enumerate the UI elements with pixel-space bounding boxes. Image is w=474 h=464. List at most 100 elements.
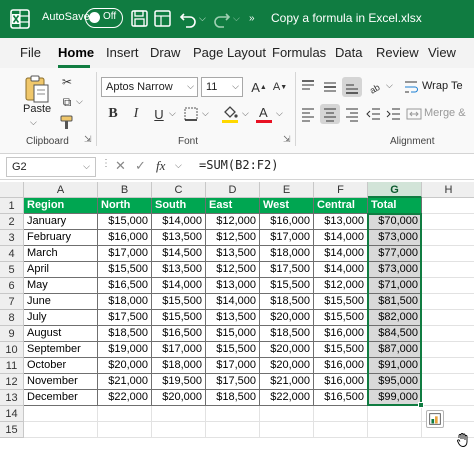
total-cell[interactable]: $84,500 bbox=[368, 326, 422, 342]
data-cell[interactable]: $18,500 bbox=[260, 294, 314, 310]
autosave-toggle[interactable]: Off bbox=[85, 8, 123, 28]
total-cell[interactable]: $70,000 bbox=[368, 214, 422, 230]
data-cell[interactable]: $20,000 bbox=[260, 358, 314, 374]
data-cell[interactable]: $13,500 bbox=[206, 310, 260, 326]
empty-cell[interactable] bbox=[260, 406, 314, 422]
empty-cell[interactable] bbox=[24, 406, 98, 422]
name-box[interactable]: G2 ⌵ bbox=[6, 157, 96, 177]
row-header-8[interactable]: 8 bbox=[0, 310, 24, 326]
empty-cell[interactable] bbox=[422, 342, 474, 358]
total-cell[interactable]: $71,000 bbox=[368, 278, 422, 294]
select-all-corner[interactable] bbox=[0, 182, 24, 198]
data-cell[interactable]: January bbox=[24, 214, 98, 230]
data-cell[interactable]: $18,500 bbox=[260, 326, 314, 342]
more-options-icon[interactable]: ⋮ bbox=[101, 158, 111, 169]
column-header-g[interactable]: G bbox=[368, 182, 422, 198]
empty-cell[interactable] bbox=[422, 326, 474, 342]
empty-cell[interactable] bbox=[24, 422, 98, 438]
underline-dropdown-icon[interactable]: ⌵ bbox=[169, 108, 176, 119]
increase-indent-icon[interactable] bbox=[386, 106, 402, 122]
data-cell[interactable]: November bbox=[24, 374, 98, 390]
data-cell[interactable]: $18,500 bbox=[98, 326, 152, 342]
fill-handle[interactable] bbox=[418, 402, 424, 408]
sheet-icon[interactable] bbox=[153, 8, 173, 30]
row-header-2[interactable]: 2 bbox=[0, 214, 24, 230]
header-cell[interactable]: Central bbox=[314, 198, 368, 214]
empty-cell[interactable] bbox=[422, 374, 474, 390]
data-cell[interactable]: $17,000 bbox=[98, 246, 152, 262]
function-dropdown-icon[interactable]: ⌵ bbox=[175, 160, 182, 171]
data-cell[interactable]: $13,500 bbox=[206, 246, 260, 262]
data-cell[interactable]: $15,500 bbox=[314, 342, 368, 358]
empty-cell[interactable] bbox=[422, 246, 474, 262]
wrap-text-label[interactable]: Wrap Te bbox=[422, 80, 463, 92]
data-cell[interactable]: $17,000 bbox=[152, 342, 206, 358]
header-cell[interactable]: East bbox=[206, 198, 260, 214]
data-cell[interactable]: $16,000 bbox=[314, 326, 368, 342]
data-cell[interactable]: September bbox=[24, 342, 98, 358]
data-cell[interactable]: $15,500 bbox=[314, 310, 368, 326]
row-header-3[interactable]: 3 bbox=[0, 230, 24, 246]
redo-icon[interactable] bbox=[212, 8, 232, 30]
data-cell[interactable]: $18,000 bbox=[260, 246, 314, 262]
empty-cell[interactable] bbox=[422, 310, 474, 326]
empty-cell[interactable] bbox=[206, 406, 260, 422]
empty-cell[interactable] bbox=[422, 278, 474, 294]
paste-label[interactable]: Paste bbox=[23, 103, 51, 115]
row-header-11[interactable]: 11 bbox=[0, 358, 24, 374]
column-header-f[interactable]: F bbox=[314, 182, 368, 198]
data-cell[interactable]: $16,000 bbox=[314, 358, 368, 374]
merge-icon[interactable] bbox=[406, 106, 422, 122]
column-header-d[interactable]: D bbox=[206, 182, 260, 198]
data-cell[interactable]: $18,000 bbox=[98, 294, 152, 310]
tab-page-layout[interactable]: Page Layout bbox=[193, 45, 266, 60]
data-cell[interactable]: $22,000 bbox=[98, 390, 152, 406]
row-header-15[interactable]: 15 bbox=[0, 422, 24, 438]
font-launcher-icon[interactable]: ⇲ bbox=[283, 134, 291, 145]
empty-cell[interactable] bbox=[368, 406, 422, 422]
row-header-10[interactable]: 10 bbox=[0, 342, 24, 358]
italic-icon[interactable]: I bbox=[126, 104, 146, 124]
data-cell[interactable]: $18,500 bbox=[206, 390, 260, 406]
merge-label[interactable]: Merge & bbox=[424, 107, 466, 119]
empty-cell[interactable] bbox=[152, 406, 206, 422]
paste-icon[interactable] bbox=[24, 74, 50, 104]
empty-cell[interactable] bbox=[422, 214, 474, 230]
tab-data[interactable]: Data bbox=[335, 45, 362, 60]
total-cell[interactable]: $81,500 bbox=[368, 294, 422, 310]
data-cell[interactable]: $21,000 bbox=[260, 374, 314, 390]
total-cell[interactable]: $73,000 bbox=[368, 262, 422, 278]
font-size-combo[interactable]: 11 ⌵ bbox=[201, 77, 243, 97]
total-cell[interactable]: $95,000 bbox=[368, 374, 422, 390]
data-cell[interactable]: $19,000 bbox=[98, 342, 152, 358]
align-middle-icon[interactable] bbox=[322, 79, 338, 95]
quick-analysis-icon[interactable] bbox=[426, 410, 444, 428]
confirm-formula-icon[interactable]: ✓ bbox=[135, 158, 146, 174]
data-cell[interactable]: March bbox=[24, 246, 98, 262]
paste-dropdown-icon[interactable]: ⌵ bbox=[30, 117, 37, 128]
data-cell[interactable]: $14,000 bbox=[152, 214, 206, 230]
data-cell[interactable]: $12,500 bbox=[206, 262, 260, 278]
empty-cell[interactable] bbox=[98, 406, 152, 422]
total-cell[interactable]: $99,000 bbox=[368, 390, 422, 406]
data-cell[interactable]: October bbox=[24, 358, 98, 374]
total-cell[interactable]: $91,000 bbox=[368, 358, 422, 374]
empty-cell[interactable] bbox=[422, 294, 474, 310]
row-header-12[interactable]: 12 bbox=[0, 374, 24, 390]
fill-color-dropdown-icon[interactable]: ⌵ bbox=[242, 108, 249, 119]
font-color-dropdown-icon[interactable]: ⌵ bbox=[276, 108, 283, 119]
insert-function-icon[interactable]: fx bbox=[156, 158, 165, 174]
header-cell[interactable]: North bbox=[98, 198, 152, 214]
cut-icon[interactable]: ✂ bbox=[57, 72, 77, 92]
format-painter-icon[interactable] bbox=[59, 115, 75, 131]
data-cell[interactable]: $16,500 bbox=[98, 278, 152, 294]
tab-file[interactable]: File bbox=[20, 45, 41, 60]
font-color-icon[interactable]: A bbox=[255, 104, 273, 124]
cancel-formula-icon[interactable]: ✕ bbox=[115, 158, 126, 174]
header-cell[interactable]: Region bbox=[24, 198, 98, 214]
data-cell[interactable]: April bbox=[24, 262, 98, 278]
header-cell[interactable]: West bbox=[260, 198, 314, 214]
clipboard-launcher-icon[interactable]: ⇲ bbox=[84, 134, 92, 145]
tab-view[interactable]: View bbox=[428, 45, 456, 60]
data-cell[interactable]: February bbox=[24, 230, 98, 246]
